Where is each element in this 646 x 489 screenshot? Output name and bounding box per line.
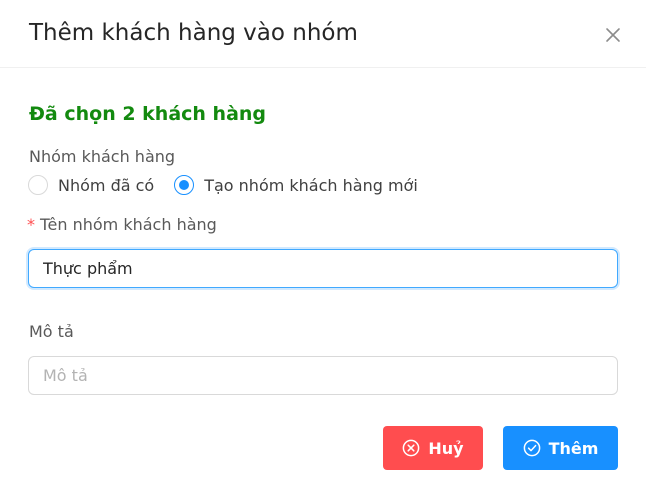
add-customers-to-group-modal: Thêm khách hàng vào nhóm Đã chọn 2 khách… [0,0,646,489]
group-name-input[interactable] [28,249,618,288]
selected-count-text: Đã chọn 2 khách hàng [29,103,267,125]
close-circle-icon [402,439,420,457]
customer-group-label: Nhóm khách hàng [29,147,176,166]
required-mark: * [27,215,35,234]
radio-new-group[interactable]: Tạo nhóm khách hàng mới [174,175,418,195]
radio-new-group-label: Tạo nhóm khách hàng mới [204,175,418,195]
close-icon [605,27,621,43]
modal-title: Thêm khách hàng vào nhóm [29,20,358,46]
close-button[interactable] [598,20,628,50]
description-label: Mô tả [29,322,74,341]
radio-existing-group[interactable]: Nhóm đã có [28,175,154,195]
radio-existing-group-label: Nhóm đã có [58,175,155,195]
submit-button[interactable]: Thêm [503,426,618,470]
customer-group-radio-group: Nhóm đã có Tạo nhóm khách hàng mới [28,173,418,197]
cancel-button[interactable]: Huỷ [383,426,483,470]
modal-header: Thêm khách hàng vào nhóm [0,0,646,68]
radio-existing-group-circle[interactable] [28,175,48,195]
radio-new-group-circle[interactable] [174,175,195,195]
submit-button-label: Thêm [548,438,599,458]
check-circle-icon [523,439,541,457]
group-name-label: * Tên nhóm khách hàng [27,214,217,236]
description-input[interactable] [28,356,618,395]
cancel-button-label: Huỷ [428,438,464,458]
group-name-label-text: Tên nhóm khách hàng [40,215,217,234]
